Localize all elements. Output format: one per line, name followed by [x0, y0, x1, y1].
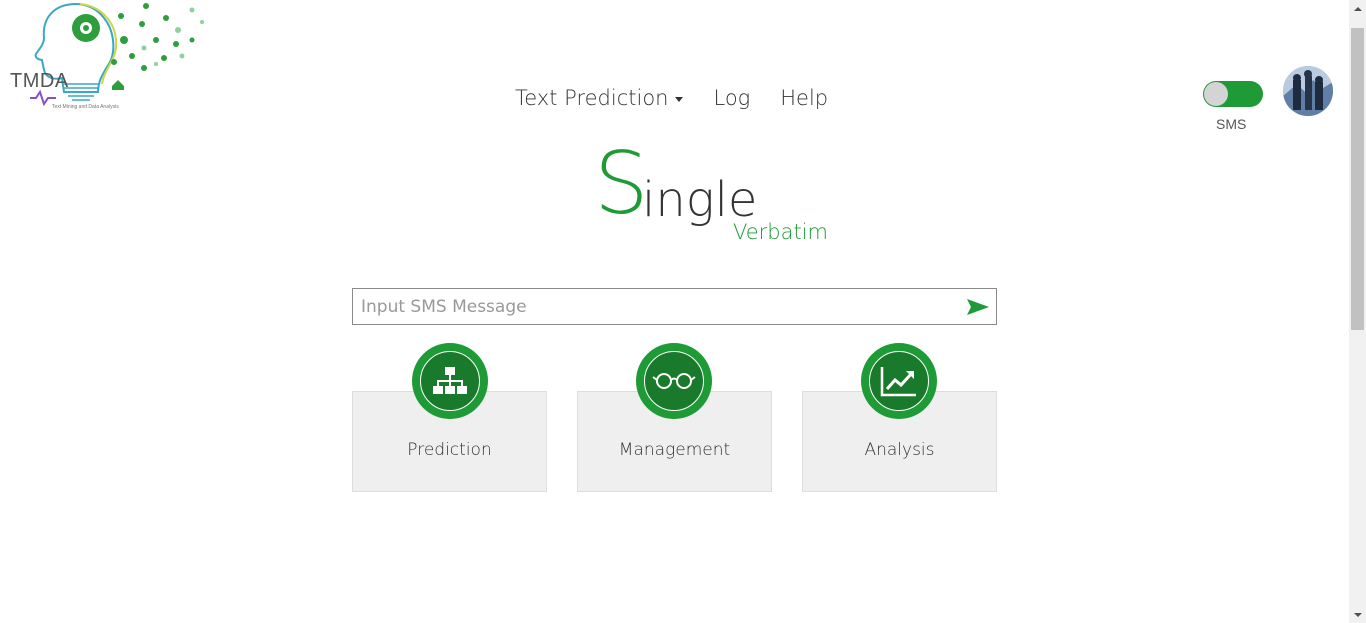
line-chart-icon[interactable] — [861, 343, 937, 419]
sitemap-icon[interactable] — [412, 343, 488, 419]
title-first-letter: S — [594, 134, 649, 234]
tmda-logo[interactable]: TMDA Text Mining and Data Analysis — [6, 0, 210, 114]
sms-message-input[interactable] — [353, 289, 953, 324]
toggle-knob — [1204, 82, 1228, 106]
nav-item-label: Help — [780, 86, 829, 110]
avatar-image — [1283, 66, 1333, 116]
logo-subtitle: Text Mining and Data Analysis — [52, 104, 119, 110]
glasses-icon[interactable] — [636, 343, 712, 419]
sms-input-box — [352, 288, 997, 325]
sms-toggle[interactable] — [1203, 81, 1263, 107]
logo-graphic — [30, 2, 204, 107]
scroll-down-arrow-icon[interactable] — [1349, 606, 1366, 623]
nav-item-label: Log — [713, 86, 751, 110]
nav-item-text-prediction[interactable]: Text Prediction — [515, 86, 684, 110]
card-label: Management — [618, 440, 731, 460]
card-label: Analysis — [864, 440, 935, 460]
nav-item-label: Text Prediction — [515, 86, 669, 110]
caret-down-icon — [675, 96, 684, 102]
nav-item-help[interactable]: Help — [780, 86, 828, 110]
main-nav: Text Prediction Log Help — [515, 86, 828, 110]
logo-text: TMDA — [10, 70, 69, 92]
sms-toggle-label: SMS — [1216, 116, 1247, 132]
nav-item-log[interactable]: Log — [713, 86, 750, 110]
scroll-up-arrow-icon[interactable] — [1349, 0, 1366, 17]
send-icon[interactable] — [966, 296, 990, 318]
card-label: Prediction — [407, 440, 492, 460]
title-subtitle: Verbatim — [733, 220, 829, 244]
scroll-thumb[interactable] — [1351, 28, 1364, 330]
user-avatar[interactable] — [1283, 66, 1333, 116]
page-scrollbar[interactable] — [1349, 0, 1366, 623]
